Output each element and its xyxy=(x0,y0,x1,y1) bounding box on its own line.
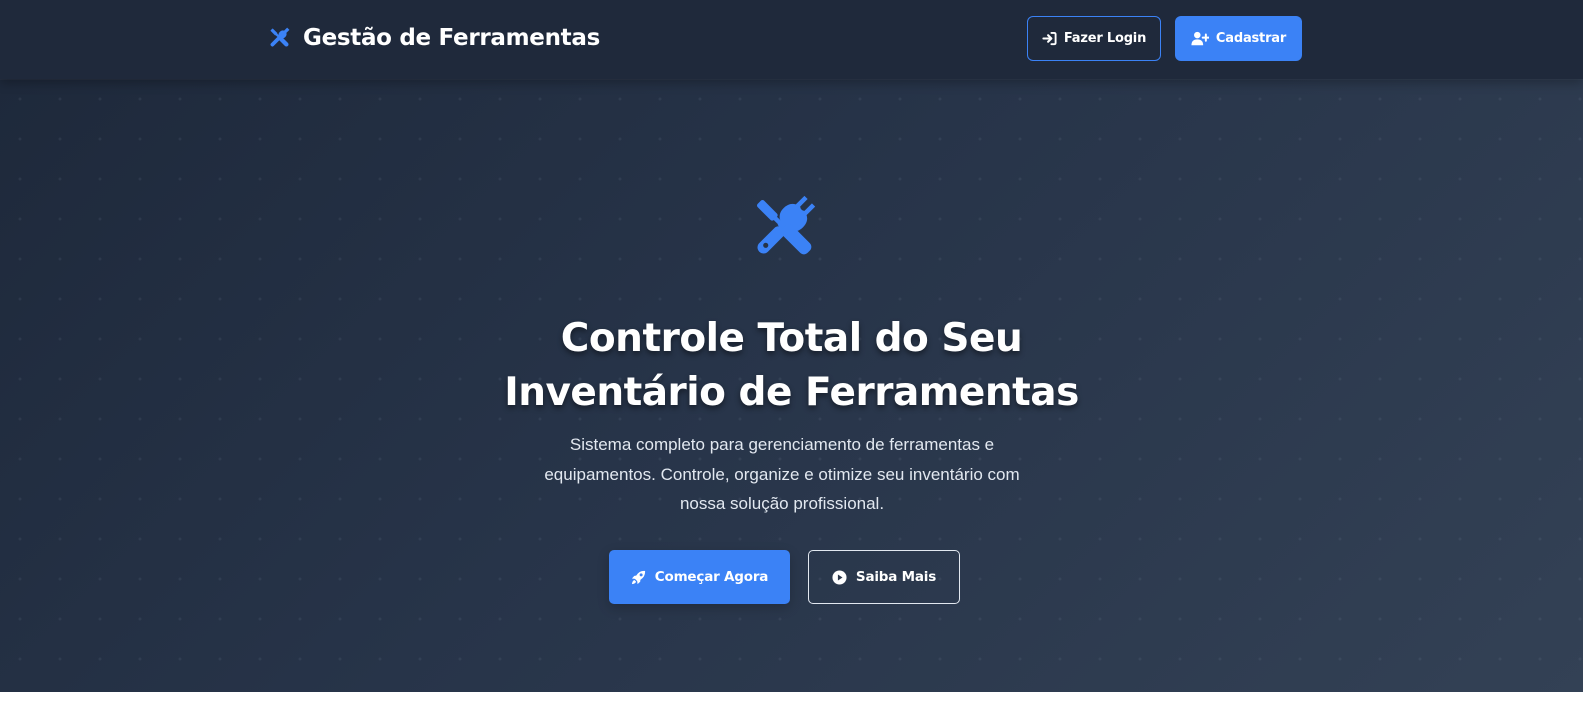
hero-actions: Começar Agora Saiba Mais xyxy=(609,550,960,604)
hero-title: Controle Total do Seu Inventário de Ferr… xyxy=(0,312,1583,420)
register-button[interactable]: Cadastrar xyxy=(1175,16,1302,61)
rocket-icon xyxy=(631,570,645,584)
hero-section: Controle Total do Seu Inventário de Ferr… xyxy=(0,79,1583,692)
hero-subtitle: Sistema completo para gerenciamento de f… xyxy=(544,435,1020,513)
play-circle-icon xyxy=(832,569,847,585)
navbar: Gestão de Ferramentas Fazer Login Cadast… xyxy=(0,0,1583,79)
screwdriver-wrench-icon xyxy=(270,27,290,47)
brand-link[interactable]: Gestão de Ferramentas xyxy=(266,24,600,51)
learn-more-button-label: Saiba Mais xyxy=(855,569,937,585)
login-button-label: Fazer Login xyxy=(1063,31,1147,46)
login-button[interactable]: Fazer Login xyxy=(1027,16,1161,61)
sign-in-icon xyxy=(1042,31,1057,46)
register-button-label: Cadastrar xyxy=(1215,31,1287,46)
hero-title-line-1: Controle Total do Seu xyxy=(560,316,1023,361)
screwdriver-wrench-icon xyxy=(756,195,816,255)
user-plus-icon xyxy=(1191,31,1209,46)
get-started-button-label: Começar Agora xyxy=(654,569,769,585)
hero-title-line-2: Inventário de Ferramentas xyxy=(504,370,1079,415)
brand-title: Gestão de Ferramentas xyxy=(303,24,600,51)
get-started-button[interactable]: Começar Agora xyxy=(609,550,790,604)
learn-more-button[interactable]: Saiba Mais xyxy=(808,550,960,604)
nav-actions: Fazer Login Cadastrar xyxy=(1027,16,1302,61)
